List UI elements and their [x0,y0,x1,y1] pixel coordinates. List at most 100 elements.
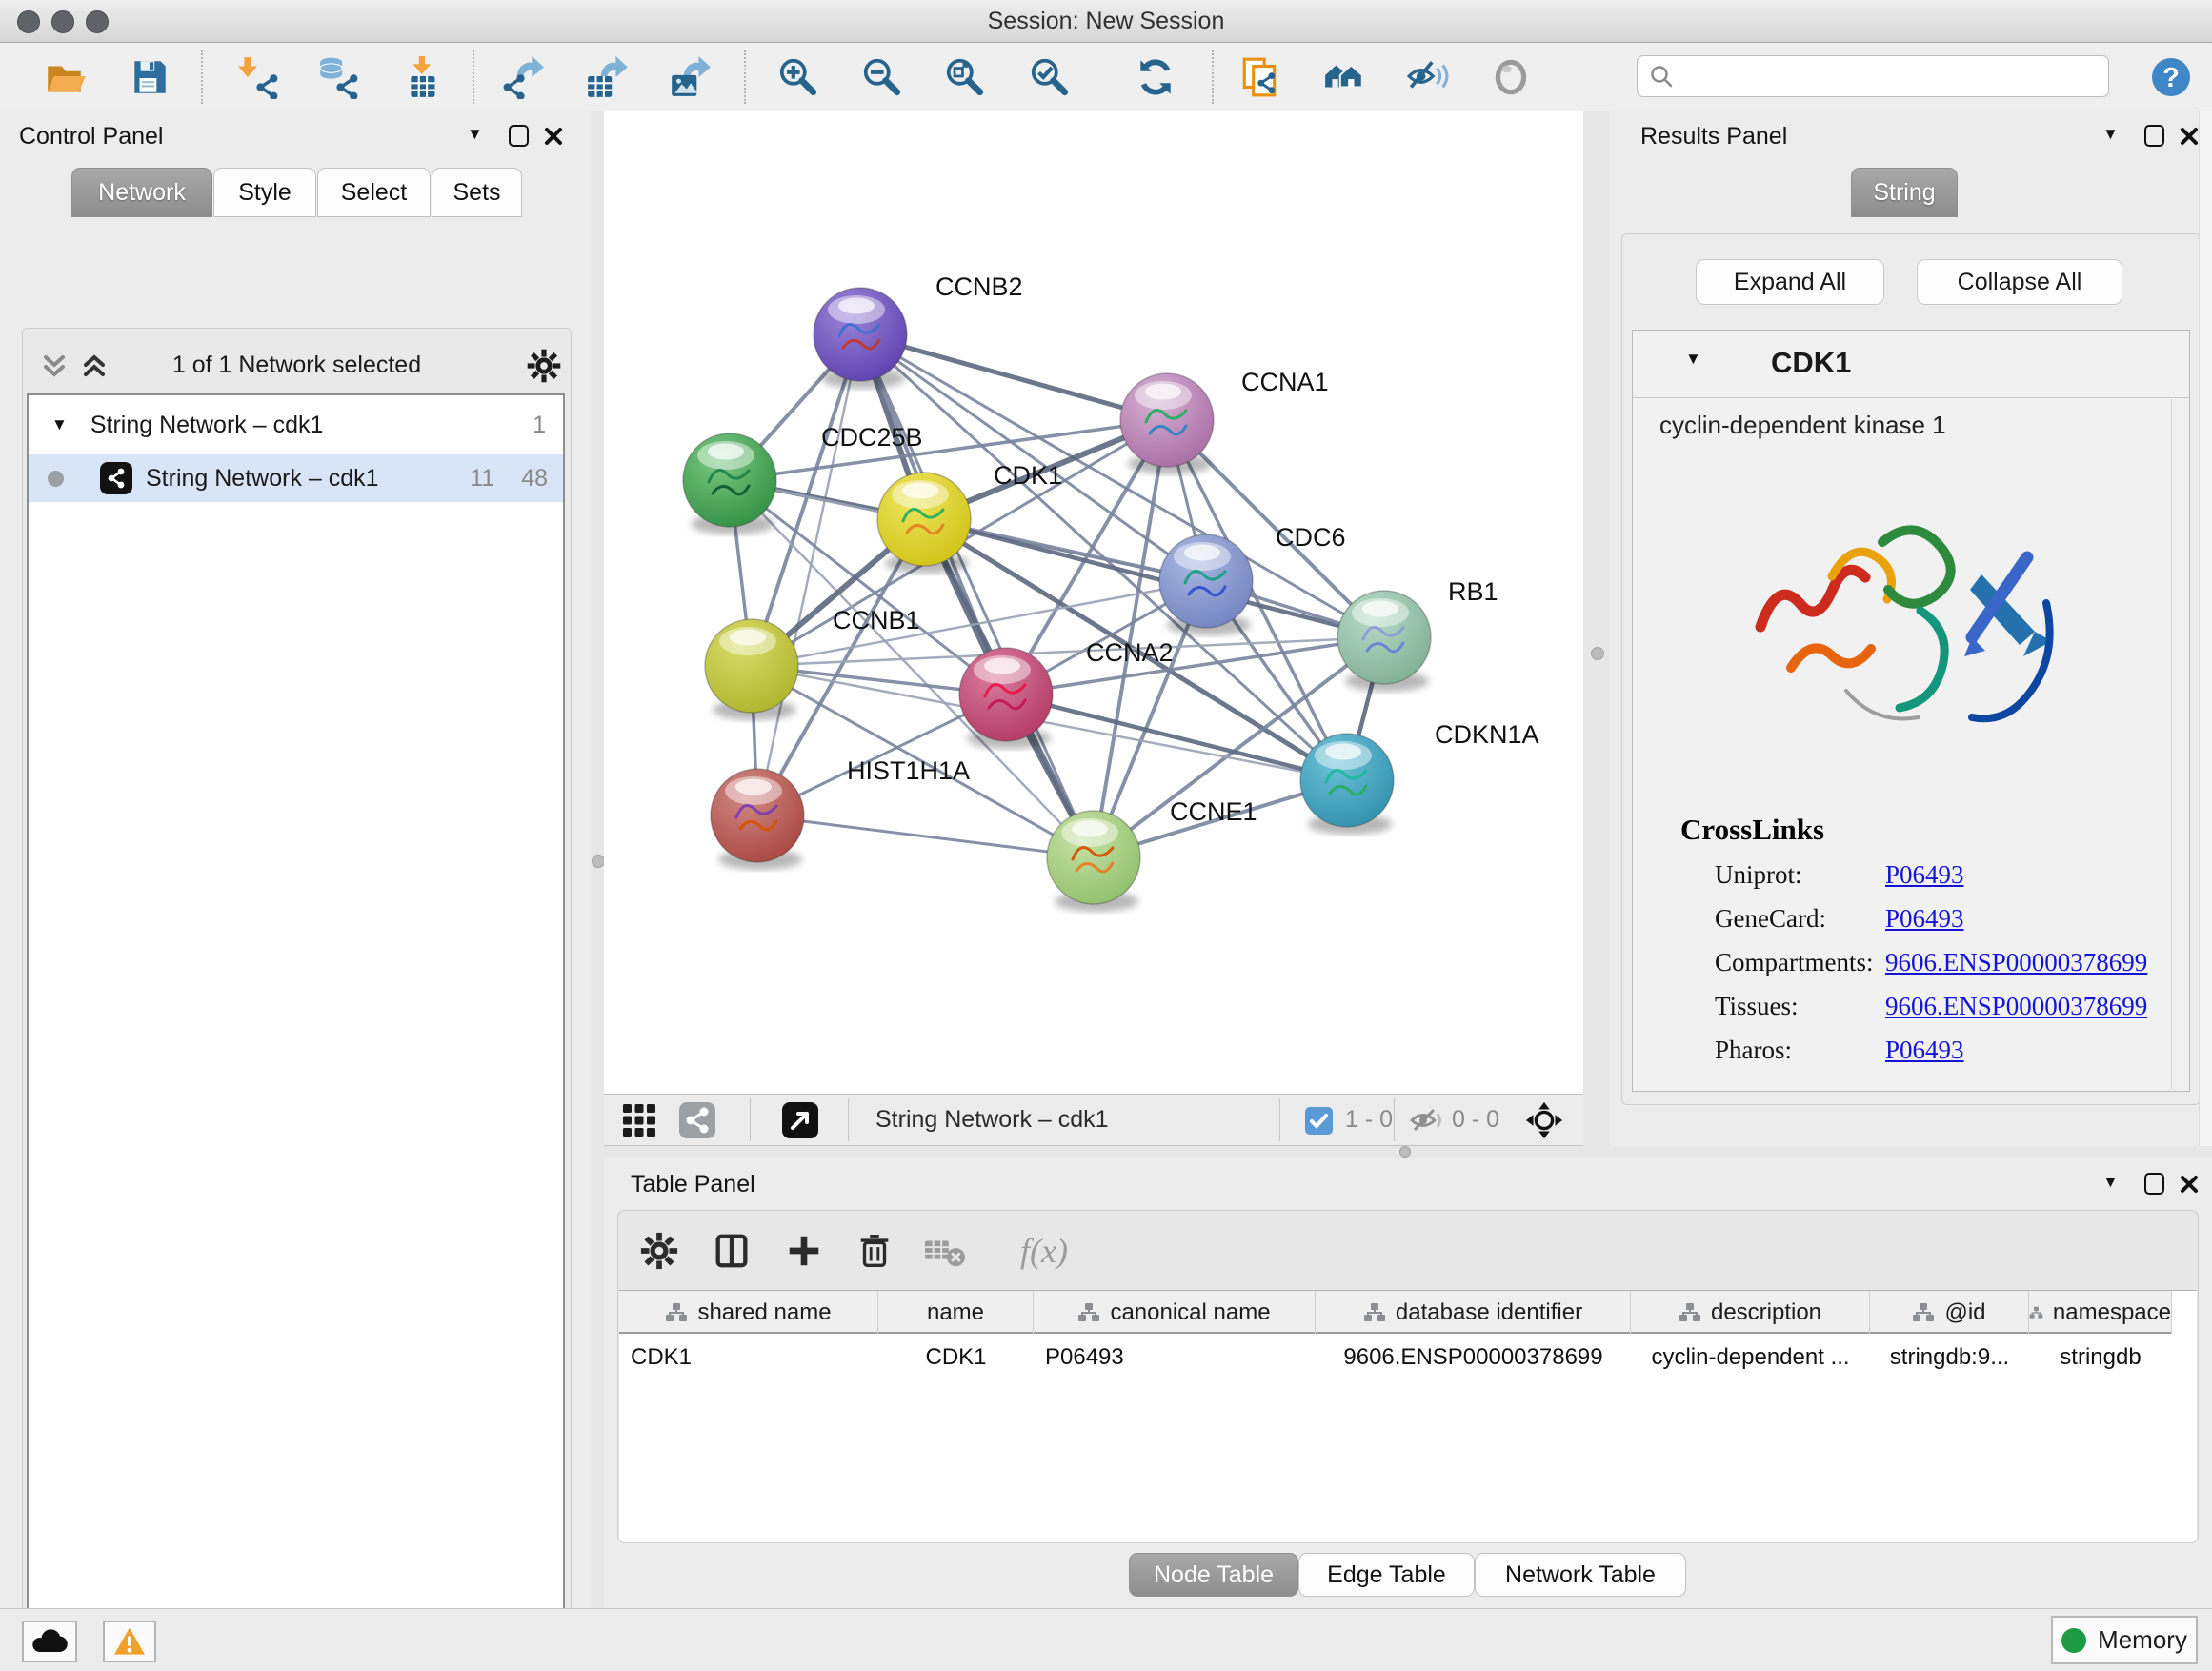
network-node-HIST1H1A[interactable] [711,769,804,862]
node-table: shared namename canonical name database … [619,1290,2197,1542]
fit-content-crosshair-icon[interactable] [1524,1100,1564,1145]
add-column-icon[interactable] [780,1227,828,1275]
column-header-shared-name[interactable]: shared name [619,1291,878,1334]
export-table-button[interactable] [581,51,633,103]
show-columns-icon[interactable] [708,1227,755,1275]
network-edge[interactable] [757,815,1094,857]
birds-eye-view-icon[interactable] [781,1101,819,1144]
crosslink-link[interactable]: 9606.ENSP00000378699 [1885,992,2147,1021]
crosslink-link[interactable]: 9606.ENSP00000378699 [1885,948,2147,977]
splitter-canvas-results[interactable] [1583,111,1610,1146]
zoom-out-button[interactable] [856,51,908,103]
network-canvas[interactable]: CCNB2CCNA1CDC25BCDK1CDC6RB1CCNB1CCNA2CDK… [604,111,1583,1094]
crosslink-label: Compartments: [1715,948,1873,976]
table-panel-float-button[interactable] [2144,1173,2164,1199]
tab-style[interactable]: Style [213,168,316,217]
column-header-description[interactable]: description [1631,1291,1870,1334]
zoom-selected-button[interactable] [1024,51,1076,103]
import-network-button[interactable] [232,51,284,103]
grid-view-icon[interactable] [620,1101,658,1144]
export-network-button[interactable] [497,51,549,103]
network-node-CCNA2[interactable] [959,648,1053,741]
network-node-CDC6[interactable] [1159,534,1253,628]
network-edge[interactable] [730,420,1167,480]
table-cell[interactable]: stringdb:9... [1870,1336,2029,1379]
results-panel-float-button[interactable] [2144,125,2164,151]
control-panel-collapse-button[interactable]: ▼ [467,125,483,144]
collection-expander-icon[interactable]: ▼ [51,415,68,434]
table-cell[interactable]: cyclin-dependent ... [1631,1336,1870,1379]
splitter-handle[interactable] [592,855,605,868]
crosslink-link[interactable]: P06493 [1885,904,1964,934]
tab-node-table[interactable]: Node Table [1129,1553,1298,1597]
zoom-fit-button[interactable] [939,51,991,103]
search-input[interactable] [1674,62,2108,91]
network-node-CCNA1[interactable] [1120,373,1214,467]
network-node-CCNB1[interactable] [705,619,798,713]
network-row[interactable]: String Network – cdk1 11 48 [29,454,563,502]
collapse-all-button[interactable]: Collapse All [1917,259,2122,305]
network-node-RB1[interactable] [1337,591,1431,684]
control-panel-float-button[interactable] [509,125,529,151]
selected-checkbox-icon[interactable] [1304,1106,1334,1140]
column-header-namespace[interactable]: namespace [2029,1291,2172,1334]
tab-network[interactable]: Network [71,168,212,217]
help-button[interactable]: ? [2145,51,2197,103]
cloud-button[interactable] [22,1621,77,1662]
tab-sets[interactable]: Sets [432,168,522,217]
tab-string[interactable]: String [1851,168,1958,217]
table-panel-close-icon[interactable] [2179,1174,2200,1199]
network-node-CCNE1[interactable] [1047,811,1140,904]
tab-select[interactable]: Select [317,168,431,217]
hidden-eye-icon[interactable] [1408,1104,1444,1141]
control-panel-close-icon[interactable] [543,126,564,151]
export-image-button[interactable] [664,51,715,103]
expand-all-button[interactable]: Expand All [1696,259,1884,305]
gene-section-header[interactable]: ▼ CDK1 [1633,331,2189,398]
results-panel-close-icon[interactable] [2179,126,2200,151]
table-cell[interactable]: stringdb [2029,1336,2172,1379]
network-node-CDC25B[interactable] [683,433,776,527]
table-cell[interactable]: 9606.ENSP00000378699 [1316,1336,1631,1379]
zoom-in-button[interactable] [773,51,824,103]
network-node-CCNB2[interactable] [814,288,907,381]
warnings-button[interactable] [103,1621,156,1662]
function-builder-icon[interactable]: f(x) [992,1227,1096,1275]
column-header-canonical-name[interactable]: canonical name [1034,1291,1316,1334]
results-panel-collapse-button[interactable]: ▼ [2102,125,2119,144]
show-all-button[interactable] [1485,51,1537,103]
import-table-button[interactable] [399,51,451,103]
new-network-from-selection-button[interactable] [1235,51,1286,103]
column-header-name[interactable]: name [878,1291,1034,1334]
delete-column-icon[interactable] [851,1227,898,1275]
crosslink-link[interactable]: P06493 [1885,860,1964,890]
network-options-gear-icon[interactable] [526,348,562,389]
first-neighbors-button[interactable] [1318,51,1370,103]
network-node-CDK1[interactable] [877,473,971,566]
splitter-handle[interactable] [1591,647,1604,660]
column-header--id[interactable]: @id [1870,1291,2029,1334]
hide-selected-button[interactable] [1402,51,1454,103]
delete-table-icon[interactable] [921,1227,969,1275]
network-edge[interactable] [757,334,860,815]
tab-network-table[interactable]: Network Table [1475,1553,1686,1597]
table-options-gear-icon[interactable] [635,1227,683,1275]
gene-expander-icon[interactable]: ▼ [1685,350,1701,369]
tab-edge-table[interactable]: Edge Table [1298,1553,1475,1597]
crosslink-link[interactable]: P06493 [1885,1036,1964,1065]
table-cell[interactable]: CDK1 [619,1336,878,1379]
open-session-button[interactable] [39,51,90,103]
table-cell[interactable]: CDK1 [878,1336,1034,1379]
refresh-button[interactable] [1130,51,1181,103]
save-session-button[interactable] [124,51,175,103]
results-scrollbar[interactable] [2171,399,2187,1089]
column-header-database-identifier[interactable]: database identifier [1316,1291,1631,1334]
network-node-CDKN1A[interactable] [1300,734,1394,827]
import-database-button[interactable] [312,51,364,103]
table-cell[interactable]: P06493 [1034,1336,1316,1379]
splitter-handle[interactable] [1399,1146,1411,1158]
table-panel-collapse-button[interactable]: ▼ [2102,1173,2119,1192]
memory-button[interactable]: Memory [2051,1616,2198,1664]
network-share-icon[interactable] [678,1101,716,1144]
network-collection-row[interactable]: ▼ String Network – cdk1 1 [29,401,563,449]
